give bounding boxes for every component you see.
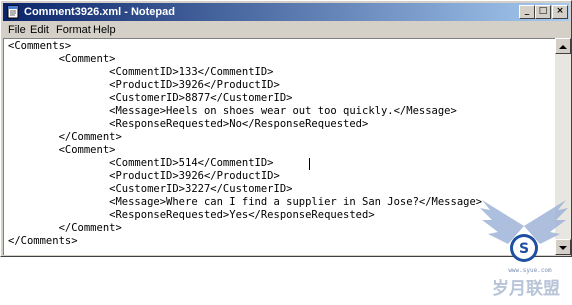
close-button[interactable]: × <box>552 5 568 19</box>
maximize-icon: □ <box>538 6 548 16</box>
title-bar[interactable]: Comment3926.xml - Notepad _ □ × <box>3 3 569 21</box>
watermark-url: www.syue.com <box>508 267 552 274</box>
editor-line: <CommentID>514</CommentID> <box>8 157 274 169</box>
maximize-button[interactable]: □ <box>535 5 551 19</box>
editor-line: <Comment> <box>8 53 116 65</box>
editor-line: </Comment> <box>8 222 122 234</box>
menu-edit[interactable]: Edit <box>30 23 49 37</box>
editor-line: <CustomerID>8877</CustomerID> <box>8 92 293 104</box>
text-editor[interactable]: <Comments> <Comment> <CommentID>133</Com… <box>3 38 555 255</box>
watermark-text: 岁月联盟 <box>492 278 560 299</box>
scroll-up-button[interactable] <box>555 38 571 54</box>
editor-line: </Comments> <box>8 235 78 247</box>
watermark-logo: S www.syue.com 岁月联盟 <box>480 200 568 299</box>
editor-line: <ProductID>3926</ProductID> <box>8 170 280 182</box>
editor-line: <Comments> <box>8 40 72 52</box>
text-caret <box>309 158 310 170</box>
editor-line: <CommentID>133</CommentID> <box>8 66 274 78</box>
arrow-up-icon <box>559 45 567 49</box>
menu-help[interactable]: Help <box>93 23 116 37</box>
window-title: Comment3926.xml - Notepad <box>24 6 175 18</box>
editor-line: </Comment> <box>8 131 122 143</box>
menu-format[interactable]: Format <box>56 23 91 37</box>
minimize-icon: _ <box>524 6 530 16</box>
editor-line: <Comment> <box>8 144 116 156</box>
editor-line: <Message>Where can I find a supplier in … <box>8 196 483 208</box>
menu-file[interactable]: File <box>8 23 26 37</box>
editor-line: <ResponseRequested>Yes</ResponseRequeste… <box>8 209 375 221</box>
editor-line: <ProductID>3926</ProductID> <box>8 79 280 91</box>
editor-line: <ResponseRequested>No</ResponseRequested… <box>8 118 369 130</box>
menu-bar: File Edit Format Help <box>3 22 569 38</box>
close-icon: × <box>556 6 564 16</box>
minimize-button[interactable]: _ <box>519 5 535 19</box>
editor-line: <CustomerID>3227</CustomerID> <box>8 183 293 195</box>
editor-line: <Message>Heels on shoes wear out too qui… <box>8 105 457 117</box>
notepad-app-icon[interactable] <box>6 5 20 19</box>
svg-text:S: S <box>519 241 529 257</box>
